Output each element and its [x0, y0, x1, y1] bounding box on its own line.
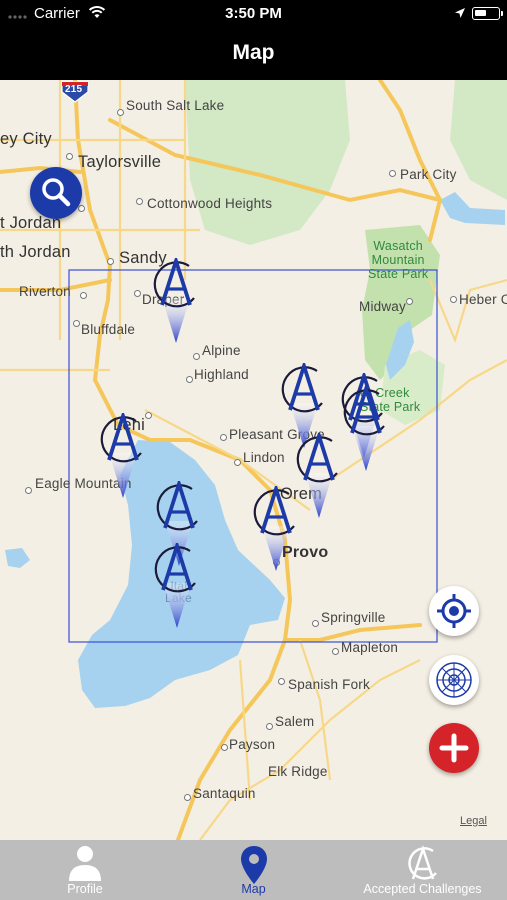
challenge-a-pin-icon [296, 433, 338, 518]
radar-button[interactable] [429, 655, 479, 705]
challenge-logo-icon [403, 845, 443, 886]
battery-icon [472, 7, 500, 20]
challenge-a-pin-icon [154, 543, 196, 628]
tab-profile-label: Profile [67, 882, 103, 896]
label-elk-ridge: Elk Ridge [268, 764, 328, 779]
crosshair-icon [437, 594, 471, 628]
label-salem: Salem [275, 714, 315, 729]
challenge-marker[interactable] [152, 543, 202, 628]
city-dot [107, 258, 114, 265]
label-south-salt-lake: South Salt Lake [126, 98, 225, 113]
challenge-a-pin-icon [253, 486, 295, 571]
label-west-valley-city: ey City [0, 130, 52, 148]
city-dot [25, 487, 32, 494]
legal-link[interactable]: Legal [460, 815, 487, 827]
city-dot [266, 723, 273, 730]
city-dot [389, 170, 396, 177]
label-highland: Highland [194, 367, 249, 382]
status-bar: Carrier 3:50 PM [0, 0, 507, 28]
city-dot [73, 320, 80, 327]
tab-profile[interactable]: Profile [30, 840, 140, 900]
challenge-a-pin-icon [343, 386, 385, 471]
label-lindon: Lindon [243, 450, 285, 465]
label-alpine: Alpine [202, 343, 241, 358]
battery-tip [501, 11, 503, 16]
challenge-marker[interactable] [151, 258, 201, 343]
label-santaquin: Santaquin [193, 786, 256, 801]
label-riverton: Riverton [19, 284, 71, 299]
city-dot [186, 376, 193, 383]
city-dot [66, 153, 73, 160]
status-time: 3:50 PM [225, 5, 282, 22]
challenge-marker[interactable] [294, 433, 344, 518]
map-view[interactable]: 215 South Salt Lake ey City Taylorsville… [0, 80, 507, 840]
label-heber: Heber C [459, 292, 507, 307]
city-dot [134, 290, 141, 297]
tab-accepted-challenges-label: Accepted Challenges [363, 882, 482, 896]
city-dot [193, 353, 200, 360]
challenge-a-pin-icon [153, 258, 195, 343]
tab-map-label: Map [241, 882, 266, 896]
person-icon [68, 845, 102, 886]
city-dot [220, 434, 227, 441]
city-dot [184, 794, 191, 801]
city-dot [136, 198, 143, 205]
label-spanish-fork: Spanish Fork [288, 677, 370, 692]
label-springville: Springville [321, 610, 386, 625]
location-arrow-icon [454, 6, 466, 23]
challenge-a-pin-icon [100, 413, 142, 498]
challenge-marker[interactable] [98, 413, 148, 498]
city-dot [332, 648, 339, 655]
search-icon [42, 178, 71, 207]
add-challenge-button[interactable] [429, 723, 479, 773]
label-cottonwood-heights: Cottonwood Heights [147, 196, 273, 211]
label-midway: Midway [359, 299, 406, 314]
label-bluffdale: Bluffdale [81, 322, 136, 337]
city-dot [234, 459, 241, 466]
label-wasatch-park: Wasatch Mountain State Park [368, 239, 429, 281]
city-dot [80, 292, 87, 299]
city-dot [450, 296, 457, 303]
highway-label: 215 [65, 84, 83, 95]
city-dot [221, 744, 228, 751]
challenge-marker[interactable] [251, 486, 301, 571]
city-dot [406, 298, 413, 305]
label-south-jordan: th Jordan [0, 243, 71, 261]
label-mapleton: Mapleton [341, 640, 399, 655]
tab-accepted-challenges[interactable]: Accepted Challenges [345, 840, 500, 900]
tab-map[interactable]: Map [200, 840, 307, 900]
label-taylorsville: Taylorsville [78, 153, 162, 171]
challenge-marker[interactable] [341, 386, 391, 471]
city-dot [312, 620, 319, 627]
page-title: Map [232, 41, 275, 64]
label-payson: Payson [229, 737, 276, 752]
locate-me-button[interactable] [429, 586, 479, 636]
radar-icon [436, 662, 472, 698]
plus-icon [439, 733, 469, 763]
city-dot [117, 109, 124, 116]
navigation-bar: Map [0, 28, 507, 80]
city-dot [278, 678, 285, 685]
label-park-city: Park City [400, 167, 457, 182]
search-button[interactable] [30, 167, 82, 219]
tab-bar: Profile Map Accepted Challenges [0, 840, 507, 900]
